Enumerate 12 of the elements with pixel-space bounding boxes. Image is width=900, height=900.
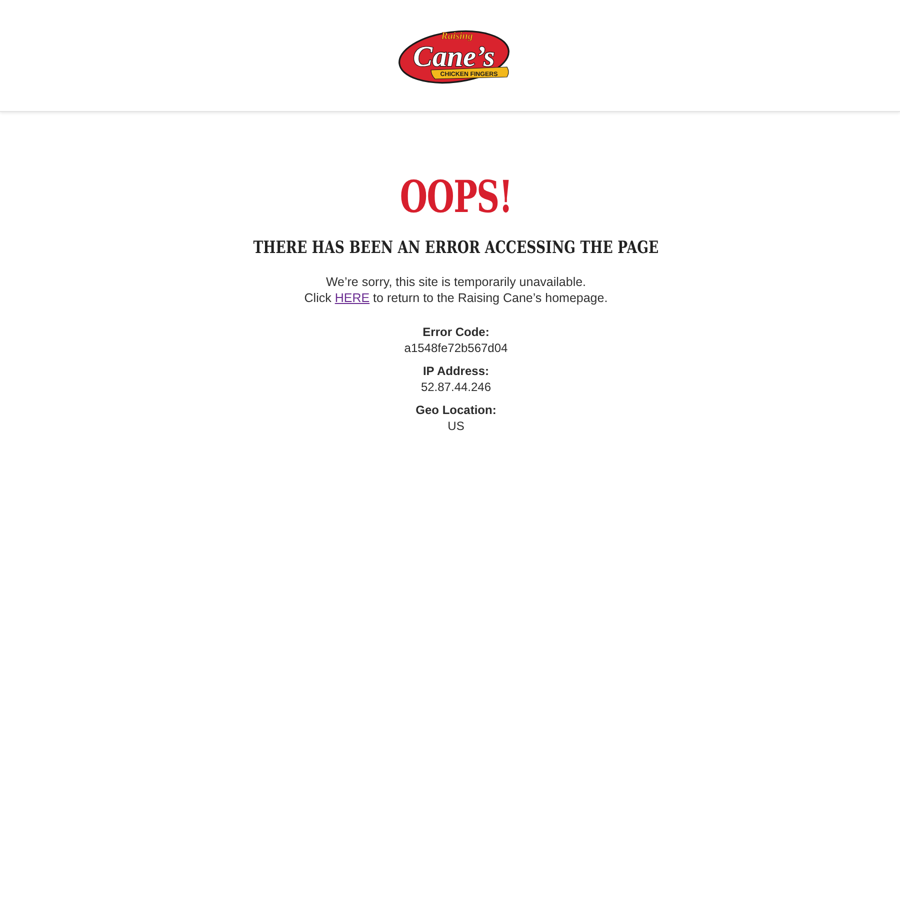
- logo-script-text: Raising: [441, 31, 473, 42]
- detail-label: Geo Location:: [416, 402, 496, 418]
- detail-value: 52.87.44.246: [420, 379, 492, 395]
- error-subtitle: THERE HAS BEEN AN ERROR ACCESSING THE PAGE: [253, 238, 659, 258]
- error-message: We’re sorry, this site is temporarily unavailable. Click HERE to return to the Raising Cane’s homepage.: [304, 274, 608, 306]
- error-title: OOPS!: [400, 176, 512, 220]
- logo-wordmark: Cane’s: [413, 41, 495, 73]
- homepage-link[interactable]: HERE: [334, 291, 370, 305]
- detail-value: a1548fe72b567d04: [404, 340, 508, 356]
- detail-label: Error Code:: [422, 324, 490, 340]
- detail-value: US: [448, 418, 464, 434]
- detail-label: IP Address:: [422, 363, 489, 379]
